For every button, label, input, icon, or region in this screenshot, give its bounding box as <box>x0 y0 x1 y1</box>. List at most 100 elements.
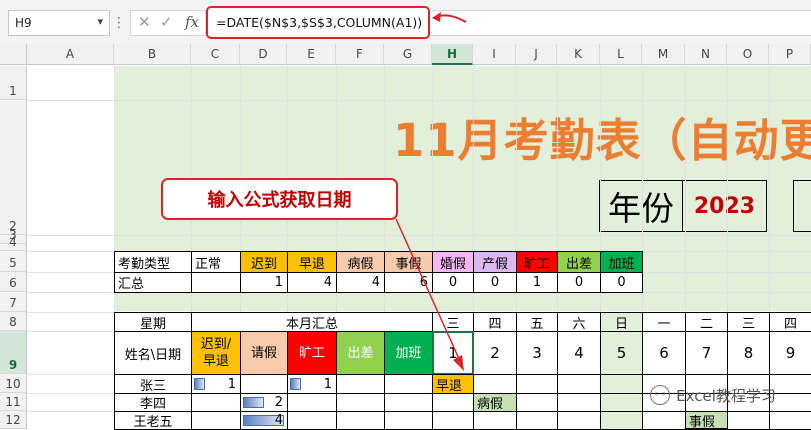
attendance-cell[interactable] <box>287 411 337 430</box>
attendance-cell[interactable] <box>384 374 433 394</box>
row-header-4[interactable]: 4 <box>0 235 27 251</box>
confirm-icon[interactable]: ✓ <box>160 13 173 31</box>
function-icon[interactable]: fx <box>185 13 199 31</box>
attendance-cell[interactable] <box>191 393 241 412</box>
leave-count-cell[interactable]: 4 <box>240 411 288 430</box>
row-header-10[interactable]: 10 <box>0 374 27 393</box>
column-header-a[interactable]: A <box>27 44 114 65</box>
employee-name[interactable]: 王老五 <box>114 411 192 430</box>
column-header-i[interactable]: I <box>473 44 516 65</box>
attendance-cell[interactable] <box>336 411 385 430</box>
attendance-cell[interactable] <box>600 411 643 430</box>
name-box-value: H9 <box>15 16 32 30</box>
name-box[interactable]: H9 ▾ <box>8 10 110 36</box>
attendance-cell[interactable] <box>240 374 288 394</box>
attendance-cell[interactable] <box>769 411 811 430</box>
summary-total-cell[interactable]: 1 <box>240 272 288 293</box>
attendance-mark[interactable]: 事假 <box>685 411 728 430</box>
summary-total-cell[interactable]: 0 <box>600 272 643 293</box>
formula-callout: 输入公式获取日期 <box>161 178 398 220</box>
column-header-d[interactable]: D <box>240 44 287 65</box>
select-all-corner[interactable] <box>0 44 27 65</box>
day-cell[interactable]: 4 <box>557 331 601 375</box>
row-header-12[interactable]: 12 <box>0 411 27 429</box>
attendance-cell[interactable] <box>516 411 558 430</box>
employee-name[interactable]: 张三 <box>114 374 192 394</box>
column-header-c[interactable]: C <box>191 44 240 65</box>
weekday-cell: 四 <box>769 312 811 332</box>
summary-total-cell[interactable]: 1 <box>516 272 558 293</box>
column-header-e[interactable]: E <box>287 44 336 65</box>
late-count-cell[interactable]: 1 <box>191 374 241 394</box>
column-header-k[interactable]: K <box>557 44 600 65</box>
leave-count-cell[interactable]: 2 <box>240 393 288 412</box>
employee-name[interactable]: 李四 <box>114 393 192 412</box>
attendance-cell[interactable] <box>557 393 601 412</box>
arrow-icon <box>432 12 467 23</box>
column-header-j[interactable]: J <box>516 44 557 65</box>
column-header-m[interactable]: M <box>642 44 685 65</box>
day-cell[interactable]: 3 <box>516 331 558 375</box>
row-header-5[interactable]: 5 <box>0 251 27 272</box>
summary-header-cell: 考勤类型 <box>114 251 192 273</box>
chevron-down-icon[interactable]: ▾ <box>97 15 103 28</box>
column-header-n[interactable]: N <box>685 44 727 65</box>
attendance-cell[interactable] <box>473 411 517 430</box>
count-value: 2 <box>274 395 283 410</box>
column-header-p[interactable]: P <box>769 44 811 65</box>
data-bar <box>290 378 301 390</box>
cancel-icon[interactable]: ✕ <box>138 13 151 31</box>
day-cell[interactable]: 8 <box>727 331 770 375</box>
attendance-cell[interactable] <box>516 374 558 394</box>
attendance-cell[interactable] <box>432 411 474 430</box>
attendance-mark[interactable]: 早退 <box>432 374 474 394</box>
attendance-mark[interactable]: 病假 <box>473 393 517 412</box>
day-cell[interactable]: 5 <box>600 331 643 375</box>
leave-header: 请假 <box>240 331 288 375</box>
column-header-b[interactable]: B <box>114 44 191 65</box>
weekday-cell: 六 <box>557 312 601 332</box>
attendance-cell[interactable] <box>336 374 385 394</box>
summary-total-cell[interactable]: 0 <box>557 272 601 293</box>
year-value[interactable]: 2023 <box>683 180 767 232</box>
attendance-cell[interactable] <box>432 393 474 412</box>
attendance-cell[interactable] <box>516 393 558 412</box>
attendance-cell[interactable] <box>557 411 601 430</box>
column-header-o[interactable]: O <box>727 44 769 65</box>
summary-total-cell[interactable]: 4 <box>336 272 385 293</box>
row-header-9[interactable]: 9 <box>0 331 27 374</box>
attendance-cell[interactable] <box>727 411 770 430</box>
absent-header: 旷工 <box>287 331 337 375</box>
row-header-7[interactable]: 7 <box>0 292 27 312</box>
column-header-g[interactable]: G <box>384 44 432 65</box>
summary-total-cell[interactable]: 4 <box>287 272 337 293</box>
attendance-cell[interactable] <box>642 411 686 430</box>
month-cell-partial[interactable] <box>793 180 811 232</box>
row-header-11[interactable]: 11 <box>0 393 27 411</box>
column-header-f[interactable]: F <box>336 44 384 65</box>
column-header-h[interactable]: H <box>432 44 473 65</box>
name-date-header: 姓名\日期 <box>114 331 192 375</box>
row-header-6[interactable]: 6 <box>0 272 27 292</box>
row-header-8[interactable]: 8 <box>0 312 27 331</box>
attendance-cell[interactable] <box>191 411 241 430</box>
attendance-cell[interactable] <box>336 393 385 412</box>
more-options-icon[interactable]: ⋮ <box>112 12 126 34</box>
row-header-2[interactable]: 2 <box>0 100 27 235</box>
data-bar <box>194 378 205 390</box>
attendance-cell[interactable] <box>384 411 433 430</box>
day-cell[interactable]: 7 <box>685 331 728 375</box>
day-cell[interactable]: 9 <box>769 331 811 375</box>
summary-total-cell[interactable] <box>191 272 241 293</box>
day-cell[interactable]: 6 <box>642 331 686 375</box>
attendance-cell[interactable] <box>384 393 433 412</box>
formula-input-tail[interactable] <box>430 10 811 36</box>
weekday-label: 星期 <box>114 312 192 332</box>
attendance-cell[interactable] <box>287 393 337 412</box>
column-header-l[interactable]: L <box>600 44 642 65</box>
row-header-1[interactable]: 1 <box>0 66 27 100</box>
absent-count-cell[interactable]: 1 <box>287 374 337 394</box>
attendance-cell[interactable] <box>473 374 517 394</box>
attendance-cell[interactable] <box>557 374 601 394</box>
formula-input[interactable]: =DATE($N$3,$S$3,COLUMN(A1)) <box>206 6 430 39</box>
